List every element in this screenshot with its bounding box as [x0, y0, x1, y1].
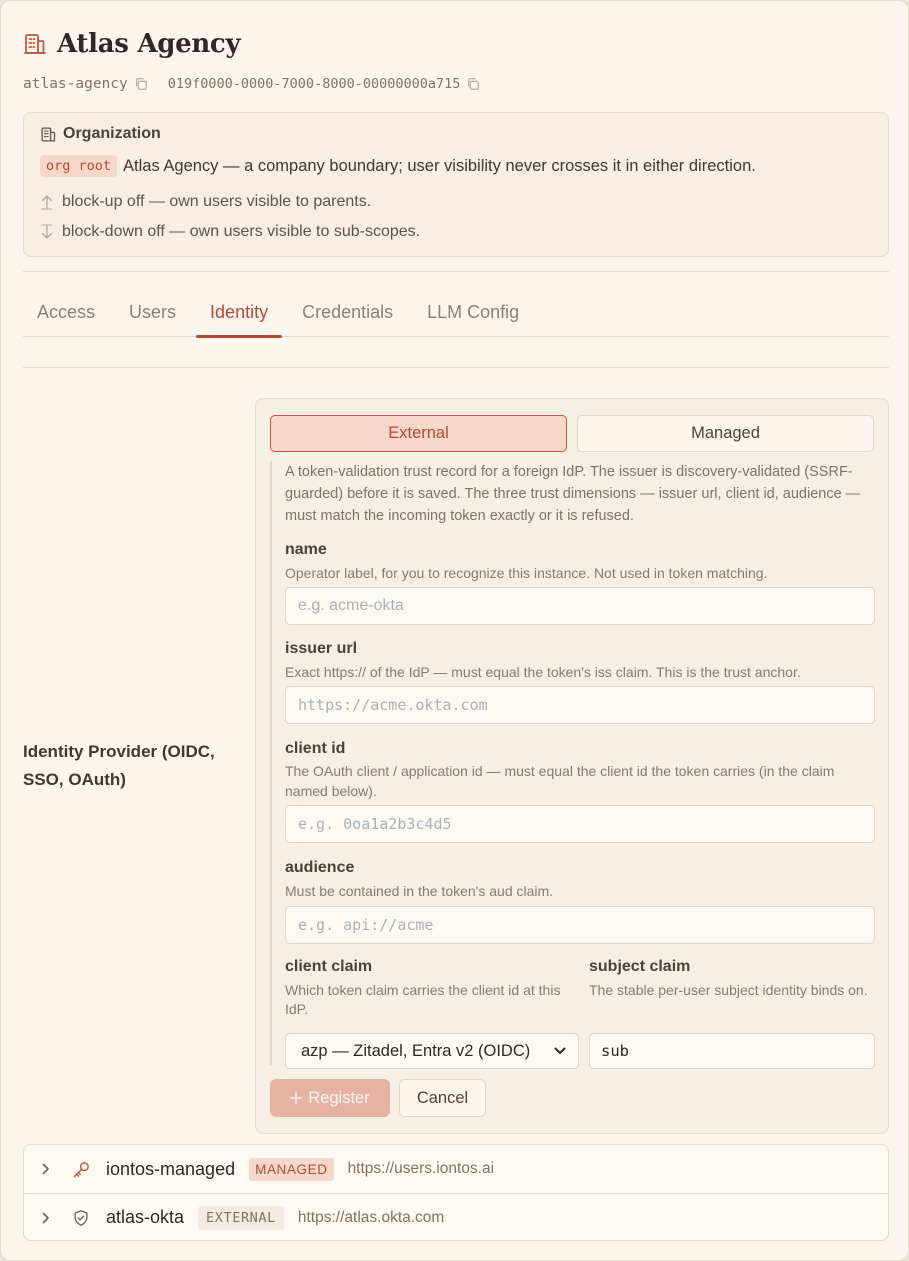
tab-identity[interactable]: Identity	[196, 291, 283, 338]
org-uuid: 019f0000-0000-7000-8000-00000000a715	[167, 76, 461, 92]
copy-uuid-icon[interactable]	[466, 77, 480, 91]
provider-name: iontos-managed	[106, 1158, 236, 1179]
title-row: Atlas Agency	[23, 27, 241, 61]
block-down-line: block-down off — own users visible to su…	[40, 223, 420, 241]
organization-heading-text: Organization	[63, 125, 161, 142]
copy-slug-icon[interactable]	[134, 77, 148, 91]
client-claim-help: Which token claim carries the client id …	[285, 982, 561, 1017]
list-item[interactable]: atlas-okta EXTERNAL https://atlas.okta.c…	[24, 1193, 888, 1240]
list-item[interactable]: iontos-managed MANAGED https://users.ion…	[24, 1145, 888, 1193]
chevron-right-icon[interactable]	[42, 1212, 54, 1224]
client-id-label: client id	[285, 740, 346, 757]
identity-provider-list: iontos-managed MANAGED https://users.ion…	[23, 1144, 889, 1241]
cancel-button[interactable]: Cancel	[399, 1079, 486, 1117]
audience-help: Must be contained in the token's aud cla…	[285, 883, 554, 899]
client-id-help: The OAuth client / application id — must…	[285, 763, 835, 799]
key-icon	[72, 1160, 92, 1179]
client-claim-label: client claim	[285, 958, 373, 975]
issuer-url-help: Exact https:// of the IdP — must equal t…	[285, 664, 801, 680]
tab-bar: Access Users Identity Credentials LLM Co…	[23, 291, 889, 338]
tab-users[interactable]: Users	[115, 291, 190, 337]
managed-mode-button[interactable]: Managed	[577, 415, 874, 452]
provider-name: atlas-okta	[106, 1207, 185, 1227]
org-description: Atlas Agency — a company boundary; user …	[123, 156, 756, 175]
form-description: A token-validation trust record for a fo…	[285, 464, 861, 524]
page-title: Atlas Agency	[57, 29, 241, 59]
tab-access[interactable]: Access	[23, 291, 109, 337]
provider-url: https://atlas.okta.com	[297, 1208, 445, 1226]
provider-url: https://users.iontos.ai	[347, 1160, 495, 1177]
external-idp-form: A token-validation trust record for a fo…	[270, 461, 875, 1069]
chevron-right-icon[interactable]	[42, 1163, 54, 1175]
external-mode-button[interactable]: External	[270, 415, 567, 452]
block-up-line: block-up off — own users visible to pare…	[40, 193, 371, 211]
arrow-down-icon	[40, 224, 54, 240]
block-down-text: block-down off — own users visible to su…	[62, 223, 421, 240]
plus-icon	[290, 1092, 303, 1104]
subject-claim-input[interactable]	[589, 1033, 875, 1069]
client-claim-select[interactable]: azp — Zitadel, Entra v2 (OIDC)	[285, 1033, 579, 1069]
issuer-url-label: issuer url	[285, 640, 358, 657]
audience-label: audience	[285, 859, 355, 876]
section-divider	[23, 271, 889, 272]
tab-llm-config[interactable]: LLM Config	[413, 291, 533, 337]
org-slug: atlas-agency	[23, 76, 128, 92]
client-claim-value: azp — Zitadel, Entra v2 (OIDC)	[301, 1041, 531, 1060]
organization-heading: Organization	[40, 125, 161, 143]
arrow-up-icon	[40, 194, 54, 210]
identity-provider-panel: External Managed A token-validation trus…	[255, 398, 889, 1134]
building-icon	[23, 32, 47, 56]
external-badge: EXTERNAL	[198, 1205, 284, 1230]
name-help: Operator label, for you to recognize thi…	[285, 565, 768, 581]
identity-provider-label: Identity Provider (OIDC, SSO, OAuth)	[23, 742, 215, 789]
subject-claim-label: subject claim	[589, 958, 691, 975]
building-small-icon	[40, 126, 57, 143]
register-button[interactable]: Register	[270, 1079, 390, 1117]
name-input[interactable]	[285, 587, 875, 625]
subject-claim-help: The stable per-user subject identity bin…	[589, 982, 868, 998]
client-id-input[interactable]	[285, 805, 875, 843]
audience-input[interactable]	[285, 906, 875, 944]
tab-content-divider	[23, 367, 889, 368]
tab-credentials[interactable]: Credentials	[288, 291, 407, 337]
org-description-line: org root Atlas Agency — a company bounda…	[40, 155, 756, 177]
org-root-badge: org root	[40, 155, 118, 177]
name-label: name	[285, 541, 327, 558]
identifier-row: atlas-agency 019f0000-0000-7000-8000-000…	[23, 73, 480, 95]
register-label: Register	[308, 1088, 370, 1107]
app-window: Atlas Agency atlas-agency 019f0000-0000-…	[0, 0, 909, 1261]
managed-badge: MANAGED	[249, 1157, 334, 1181]
shield-check-icon	[72, 1209, 92, 1227]
organization-card: Organization org root Atlas Agency — a c…	[23, 112, 889, 257]
chevron-down-icon	[554, 1047, 566, 1055]
block-up-text: block-up off — own users visible to pare…	[62, 193, 372, 210]
issuer-url-input[interactable]	[285, 686, 875, 724]
